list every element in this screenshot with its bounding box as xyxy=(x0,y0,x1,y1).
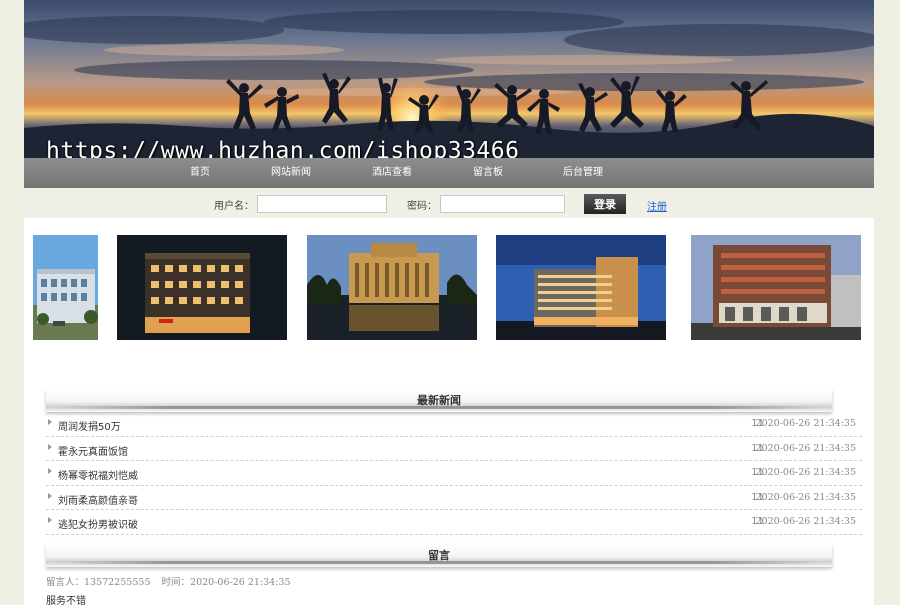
register-link[interactable]: 注册 xyxy=(647,198,667,213)
news-item: 霍永元真面饭馆 11 2020-06-26 21:34:35 xyxy=(46,437,862,462)
bullet-arrow-icon xyxy=(48,419,52,425)
message-author: 留言人：13572255555 xyxy=(46,577,151,588)
news-list: 周润发捐50万 11 2020-06-26 21:34:35 霍永元真面饭馆 1… xyxy=(46,412,862,535)
nav-news[interactable]: 网站新闻 xyxy=(271,158,311,188)
news-date: 2020-06-26 21:34:35 xyxy=(755,418,856,429)
news-item: 刘雨柔高颜值亲哥 11 2020-06-26 21:34:35 xyxy=(46,486,862,511)
news-title[interactable]: 逃犯女扮男被识破 xyxy=(58,516,138,531)
hotel-photo-4[interactable] xyxy=(496,235,666,340)
main-nav: 首页 网站新闻 酒店查看 留言板 后台管理 xyxy=(24,158,874,188)
news-section-heading: 最新新闻 xyxy=(46,389,832,412)
login-bar: 用户名： 密码： 登录 注册 xyxy=(24,188,874,218)
banner-image xyxy=(24,10,874,158)
hotel-photo-2[interactable] xyxy=(117,235,287,340)
bullet-arrow-icon xyxy=(48,468,52,475)
page-container: https://www.huzhan.com/ishop33466 首页 网站新… xyxy=(24,0,874,605)
news-item: 逃犯女扮男被识破 11 2020-06-26 21:34:35 xyxy=(46,510,862,535)
message-time: 时间：2020-06-26 21:34:35 xyxy=(161,577,291,588)
hotel-image xyxy=(496,235,666,340)
news-date: 2020-06-26 21:34:35 xyxy=(755,491,856,503)
hotel-photo-5[interactable] xyxy=(691,235,861,340)
hotel-image xyxy=(307,235,477,340)
news-title[interactable]: 刘雨柔高颜值亲哥 xyxy=(58,492,138,507)
password-label: 密码： xyxy=(407,201,437,212)
hotel-image xyxy=(33,235,98,340)
message-meta: 留言人：13572255555 时间：2020-06-26 21:34:35 xyxy=(46,574,299,588)
news-date: 2020-06-26 21:34:35 xyxy=(755,442,856,454)
login-button[interactable]: 登录 xyxy=(584,194,626,214)
news-title[interactable]: 周润发捐50万 xyxy=(58,418,121,433)
password-input[interactable] xyxy=(440,195,565,213)
nav-home[interactable]: 首页 xyxy=(190,158,210,188)
nav-hotels[interactable]: 酒店查看 xyxy=(372,158,412,188)
nav-admin[interactable]: 后台管理 xyxy=(563,158,603,188)
hotel-photo-3[interactable] xyxy=(307,235,477,340)
bullet-arrow-icon xyxy=(48,517,52,524)
news-date: 2020-06-26 21:34:35 xyxy=(755,467,856,479)
username-input[interactable] xyxy=(257,195,387,213)
nav-guestbook[interactable]: 留言板 xyxy=(473,158,503,188)
news-item: 杨幂零祝福刘恺威 11 2020-06-26 21:34:35 xyxy=(46,461,862,486)
news-title[interactable]: 霍永元真面饭馆 xyxy=(58,443,128,458)
hotel-photo-1[interactable] xyxy=(33,235,98,340)
news-title[interactable]: 杨幂零祝福刘恺威 xyxy=(58,467,138,482)
bullet-arrow-icon xyxy=(48,443,52,450)
hotel-image xyxy=(691,235,861,340)
username-label: 用户名： xyxy=(214,201,254,212)
bullet-arrow-icon xyxy=(48,492,52,499)
watermark-text: https://www.huzhan.com/ishop33466 xyxy=(46,138,520,158)
message-content: 服务不错 xyxy=(46,596,86,605)
hotel-image xyxy=(117,235,287,340)
news-item: 周润发捐50万 11 2020-06-26 21:34:35 xyxy=(46,412,862,437)
header-banner: https://www.huzhan.com/ishop33466 xyxy=(24,0,874,158)
news-date: 2020-06-26 21:34:35 xyxy=(755,516,856,528)
messages-section-heading: 留言 xyxy=(46,544,832,567)
